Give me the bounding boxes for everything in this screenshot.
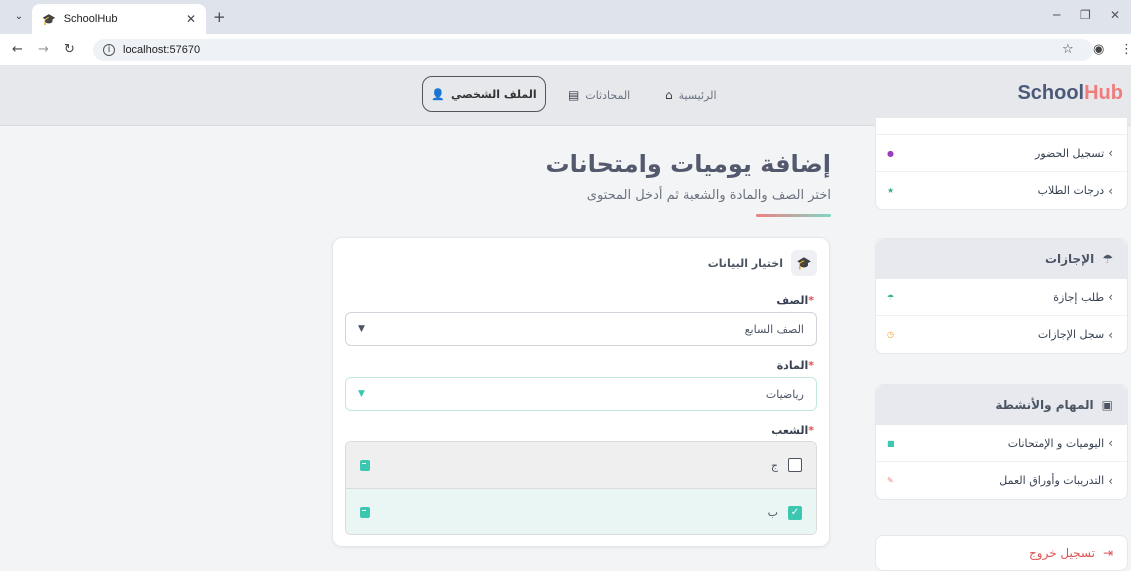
class-select[interactable]: ▼ الصف السابع bbox=[345, 312, 817, 346]
required-asterisk: * bbox=[808, 359, 814, 372]
card-header: اختيار البيانات 🎓 bbox=[708, 250, 817, 276]
sidebar-group-header: الإجازات ☂ bbox=[876, 239, 1127, 279]
card-title: اختيار البيانات bbox=[707, 256, 783, 270]
section-name: ج bbox=[770, 458, 778, 472]
sidebar-group-leaves: الإجازات ☂ ☂ طلب إجازة ‹ ◷ سجل الإجازات … bbox=[875, 238, 1128, 354]
logout-icon: ⇥ bbox=[1102, 546, 1113, 560]
tab-list-dropdown-icon[interactable]: ⌄ bbox=[10, 9, 28, 25]
nav-chats[interactable]: ▤ المحادثات bbox=[568, 88, 630, 102]
umbrella-icon: ☂ bbox=[887, 292, 895, 302]
sidebar-item-label: التدريبات وأوراق العمل bbox=[999, 474, 1105, 487]
sidebar-item-label: سجل الإجازات bbox=[1037, 328, 1105, 341]
profile-avatar-icon[interactable]: ◉ bbox=[1093, 42, 1104, 57]
sidebar-item-label: درجات الطلاب bbox=[1037, 184, 1105, 197]
subject-select-value: رياضيات bbox=[765, 387, 804, 401]
minimize-icon[interactable]: ─ bbox=[1053, 8, 1060, 22]
history-icon: ◷ bbox=[887, 330, 894, 339]
app-header: SchoolHub ⌂ الرئيسية ▤ المحادثات 👤 الملف… bbox=[0, 66, 1131, 126]
sidebar-item-attendance[interactable]: ● تسجيل الحضور ‹ bbox=[876, 135, 1127, 172]
sidebar-item-grades[interactable]: ★ درجات الطلاب ‹ bbox=[876, 172, 1127, 209]
browser-tab-bar: ⌄ 🎓 SchoolHub ✕ + ─ ❐ ✕ bbox=[0, 0, 1131, 34]
school-favicon-icon: 🎓 bbox=[42, 12, 56, 26]
sections-label: الشعب* bbox=[771, 424, 814, 437]
close-tab-icon[interactable]: ✕ bbox=[186, 12, 196, 26]
book-icon: ■ bbox=[887, 438, 895, 448]
profile-button[interactable]: 👤 الملف الشخصي bbox=[422, 76, 546, 112]
page-subtitle: اختر الصف والمادة والشعبة ثم أدخل المحتو… bbox=[586, 188, 831, 203]
chat-icon: ▤ bbox=[568, 88, 580, 102]
forward-icon[interactable]: → bbox=[38, 42, 49, 57]
sidebar-item-worksheets[interactable]: ✎ التدريبات وأوراق العمل ‹ bbox=[876, 462, 1127, 499]
new-tab-icon[interactable]: + bbox=[213, 8, 226, 26]
chevron-left-icon: ‹ bbox=[1108, 290, 1113, 304]
section-checkbox[interactable] bbox=[788, 458, 802, 472]
section-option[interactable]: ج bbox=[346, 442, 816, 489]
browser-address-bar: ← → ↻ i localhost:57670 ☆ ◉ ⋮ bbox=[0, 34, 1131, 66]
restore-icon[interactable]: ❐ bbox=[1080, 8, 1091, 22]
required-asterisk: * bbox=[808, 294, 814, 307]
sections-list: ج ب ✓ bbox=[345, 441, 817, 535]
graduation-cap-icon: 🎓 bbox=[791, 250, 817, 276]
chevron-down-icon: ▼ bbox=[358, 324, 365, 334]
book-icon bbox=[360, 507, 370, 518]
clipboard-icon: ▣ bbox=[1101, 398, 1113, 412]
user-icon: 👤 bbox=[431, 87, 445, 101]
page-title: إضافة يوميات وامتحانات bbox=[545, 150, 831, 178]
subject-label: المادة* bbox=[776, 359, 814, 372]
browser-menu-icon[interactable]: ⋮ bbox=[1120, 42, 1131, 57]
logout-label: تسجيل خروج bbox=[1029, 546, 1095, 560]
nav-home-label: الرئيسية bbox=[678, 88, 717, 102]
sidebar-group-title: المهام والأنشطة bbox=[995, 398, 1094, 412]
nav-home[interactable]: ⌂ الرئيسية bbox=[665, 88, 717, 102]
class-select-value: الصف السابع bbox=[744, 322, 804, 336]
required-asterisk: * bbox=[808, 424, 814, 437]
tab-title: SchoolHub bbox=[63, 13, 118, 25]
profile-button-label: الملف الشخصي bbox=[451, 87, 537, 101]
sidebar-group-title: الإجازات bbox=[1044, 252, 1095, 266]
back-icon[interactable]: ← bbox=[12, 42, 23, 57]
nav-chats-label: المحادثات bbox=[585, 88, 631, 102]
url-text: localhost:57670 bbox=[123, 44, 201, 56]
bookmark-star-icon[interactable]: ☆ bbox=[1062, 42, 1074, 57]
sidebar-item-request-leave[interactable]: ☂ طلب إجازة ‹ bbox=[876, 279, 1127, 316]
site-info-icon[interactable]: i bbox=[103, 44, 115, 56]
sidebar-item-label: طلب إجازة bbox=[1053, 290, 1105, 304]
chevron-left-icon: ‹ bbox=[1108, 436, 1113, 450]
section-option[interactable]: ب ✓ bbox=[346, 489, 816, 534]
sidebar-item-journals-exams[interactable]: ■ اليوميات و الإمتحانات ‹ bbox=[876, 425, 1127, 462]
close-window-icon[interactable]: ✕ bbox=[1110, 8, 1120, 22]
url-field[interactable]: i localhost:57670 bbox=[93, 39, 1093, 61]
chevron-left-icon: ‹ bbox=[1108, 473, 1113, 488]
logout-button[interactable]: تسجيل خروج ⇥ bbox=[875, 535, 1128, 571]
class-label: الصف* bbox=[776, 294, 814, 307]
home-icon: ⌂ bbox=[665, 88, 673, 102]
sidebar-item-leave-history[interactable]: ◷ سجل الإجازات ‹ bbox=[876, 316, 1127, 353]
grades-star-icon: ★ bbox=[887, 186, 895, 195]
chevron-down-icon: ▼ bbox=[358, 389, 365, 399]
sidebar-group-header: المهام والأنشطة ▣ bbox=[876, 385, 1127, 425]
sidebar-item-label: اليوميات و الإمتحانات bbox=[1007, 436, 1105, 450]
title-underline bbox=[756, 214, 831, 217]
sidebar-item-label: تسجيل الحضور bbox=[1035, 146, 1105, 160]
subject-select[interactable]: ▼ رياضيات bbox=[345, 377, 817, 411]
app-logo[interactable]: SchoolHub bbox=[1017, 82, 1123, 105]
sidebar-group-academics: ● تسجيل الحضور ‹ ★ درجات الطلاب ‹ bbox=[875, 118, 1128, 210]
sidebar-group-tasks: المهام والأنشطة ▣ ■ اليوميات و الإمتحانا… bbox=[875, 384, 1128, 500]
chevron-left-icon: ‹ bbox=[1108, 146, 1113, 160]
section-checkbox-checked[interactable]: ✓ bbox=[788, 505, 802, 520]
browser-tab[interactable]: 🎓 SchoolHub ✕ bbox=[32, 4, 206, 34]
attendance-icon: ● bbox=[887, 148, 894, 158]
reload-icon[interactable]: ↻ bbox=[64, 42, 75, 57]
chevron-left-icon: ‹ bbox=[1108, 183, 1113, 198]
chevron-left-icon: ‹ bbox=[1108, 327, 1113, 342]
book-icon bbox=[360, 459, 370, 471]
data-selection-card: اختيار البيانات 🎓 الصف* ▼ الصف السابع ال… bbox=[332, 237, 830, 547]
umbrella-icon: ☂ bbox=[1102, 252, 1113, 266]
pencil-icon: ✎ bbox=[887, 476, 894, 485]
section-name: ب bbox=[767, 506, 778, 519]
